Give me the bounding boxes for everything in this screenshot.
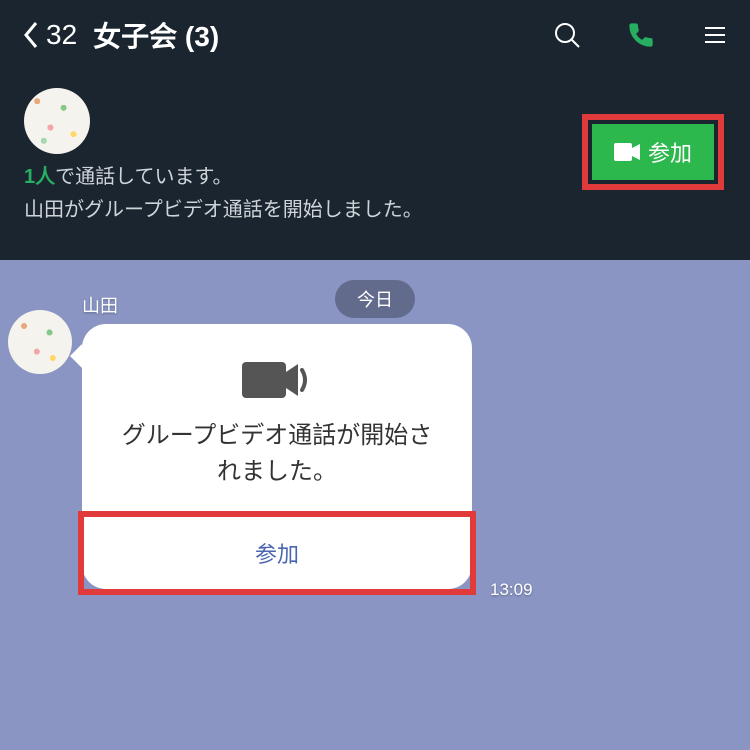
sender-name: 山田	[82, 292, 472, 318]
join-highlight: 参加	[582, 114, 724, 190]
video-icon	[614, 143, 640, 161]
search-button[interactable]	[552, 20, 582, 50]
bubble-video-icon	[102, 358, 452, 402]
call-bubble: グループビデオ通話が開始されました。 参加	[82, 324, 472, 589]
join-call-button[interactable]: 参加	[592, 124, 714, 180]
message-row: 山田 グループビデオ通話が開始されました。 参加	[8, 292, 472, 589]
sender-avatar[interactable]	[8, 310, 72, 374]
bubble-message: グループビデオ通話が開始されました。	[102, 418, 452, 516]
call-banner: 1人で通話しています。 山田がグループビデオ通話を開始しました。 参加	[0, 70, 750, 260]
hamburger-icon	[701, 21, 729, 49]
chevron-left-icon	[20, 19, 40, 51]
call-started-by: 山田がグループビデオ通話を開始しました。	[24, 193, 726, 222]
group-avatar[interactable]	[24, 88, 90, 154]
call-button[interactable]	[626, 20, 656, 50]
active-count: 1人	[24, 166, 55, 188]
phone-icon	[627, 21, 655, 49]
chat-title: 女子会 (3)	[93, 15, 219, 55]
back-count: 32	[46, 19, 77, 51]
top-bar: 32 女子会 (3)	[0, 0, 750, 70]
search-icon	[553, 21, 581, 49]
menu-button[interactable]	[700, 20, 730, 50]
status-text: で通話しています。	[55, 166, 232, 188]
message-timestamp: 13:09	[490, 580, 533, 600]
chat-area: 今日 山田 グループビデオ通話が開始されました。 参加 13:09	[0, 260, 750, 750]
back-button[interactable]: 32	[20, 19, 77, 51]
join-label: 参加	[648, 136, 692, 168]
bubble-join-button[interactable]: 参加	[102, 517, 452, 589]
